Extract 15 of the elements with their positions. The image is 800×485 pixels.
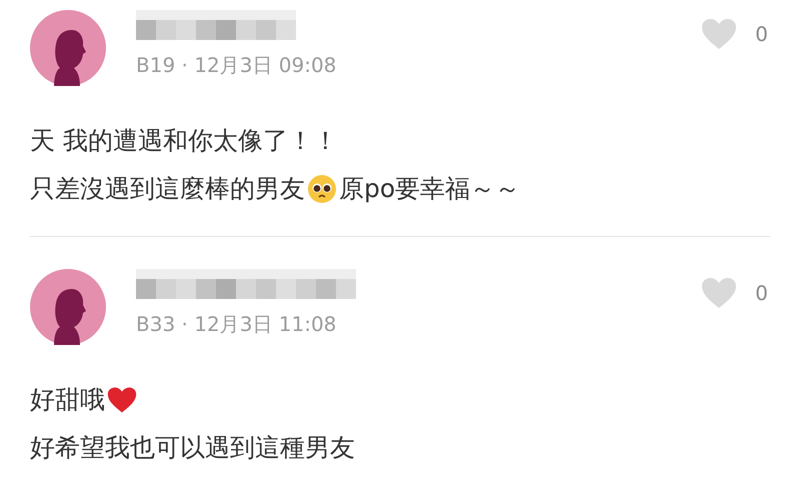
heart-icon[interactable]: [701, 277, 738, 309]
comment-text: 只差沒遇到這麼棒的男友: [30, 173, 305, 205]
like-count: 0: [755, 281, 768, 305]
like-count: 0: [755, 22, 768, 46]
comment-text: 好甜哦: [30, 384, 105, 416]
heart-icon[interactable]: [701, 18, 738, 50]
comment-meta: B33 · 12月3日 11:08: [136, 311, 338, 338]
heart-emoji-icon: [107, 386, 137, 414]
comment-text: 原po要幸福～～: [339, 173, 520, 205]
avatar-icon: [30, 269, 106, 345]
comment-text: 天 我的遭遇和你太像了！！: [30, 125, 338, 157]
pleading-face-icon: [307, 174, 337, 204]
comment-meta: B19 · 12月3日 09:08: [136, 52, 338, 79]
comment-text: 好希望我也可以遇到這種男友: [30, 432, 355, 464]
avatar-icon: [30, 10, 106, 86]
